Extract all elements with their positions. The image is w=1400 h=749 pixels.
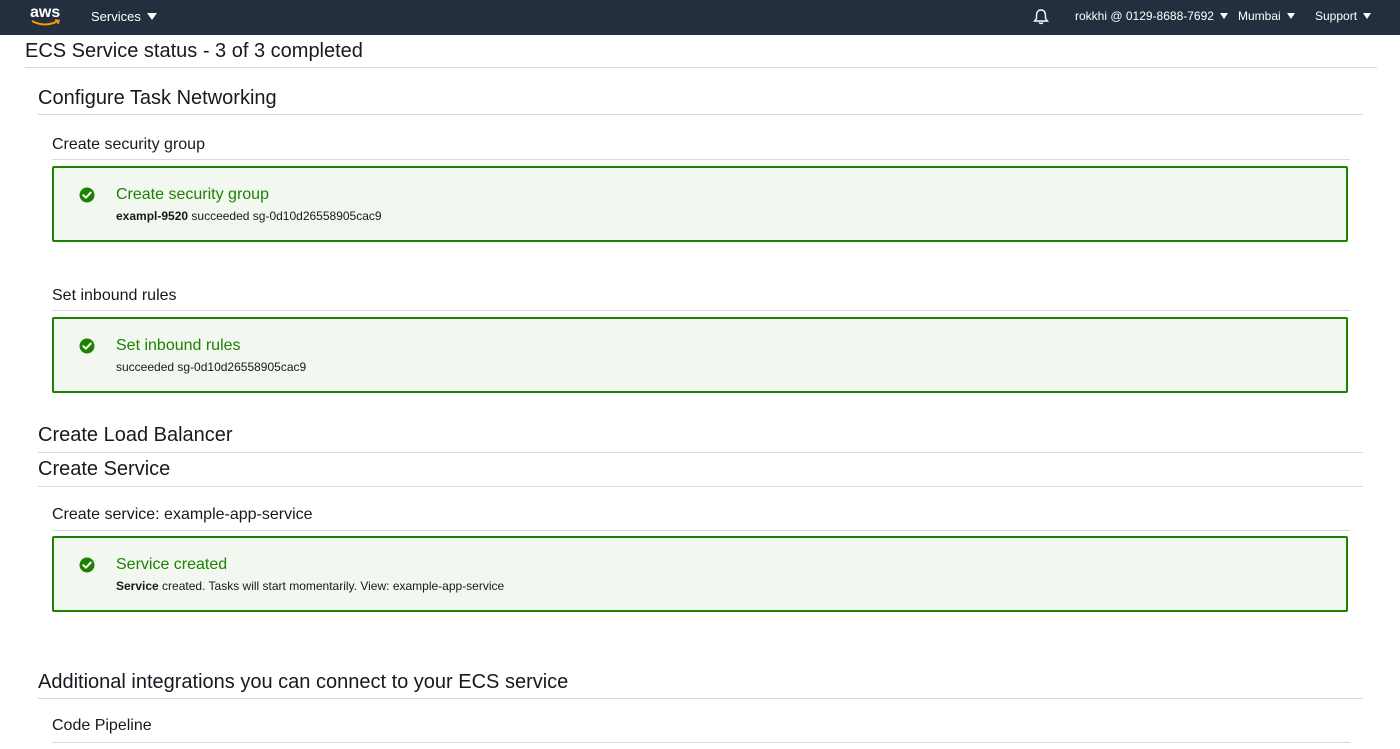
account-label: rokkhi @ 0129-8688-7692 bbox=[1075, 9, 1214, 23]
section-divider bbox=[38, 486, 1363, 487]
subsection-title-inbound-rules: Set inbound rules bbox=[52, 287, 177, 304]
region-menu[interactable]: Mumbai bbox=[1238, 9, 1295, 23]
service-message-text: created. Tasks will start momentarily. V… bbox=[162, 579, 390, 593]
security-group-name: exampl-9520 bbox=[116, 209, 189, 223]
caret-down-icon bbox=[1363, 12, 1372, 19]
subsection-divider bbox=[52, 310, 1350, 311]
alert-title: Service created bbox=[116, 556, 228, 573]
account-menu[interactable]: rokkhi @ 0129-8688-7692 bbox=[1075, 9, 1228, 23]
section-divider bbox=[38, 114, 1363, 115]
alert-message: exampl-9520 succeeded sg-0d10d26558905ca… bbox=[116, 209, 382, 223]
service-link[interactable]: example-app-service bbox=[393, 579, 504, 593]
status-text: succeeded bbox=[116, 360, 175, 374]
title-divider bbox=[25, 67, 1377, 68]
support-menu[interactable]: Support bbox=[1315, 9, 1372, 23]
security-group-success-alert: Create security group exampl-9520 succee… bbox=[52, 166, 1348, 242]
subsection-divider bbox=[52, 742, 1350, 743]
section-divider bbox=[38, 452, 1363, 453]
alert-title: Set inbound rules bbox=[116, 337, 241, 354]
bell-icon[interactable] bbox=[1032, 8, 1050, 31]
services-label: Services bbox=[91, 9, 141, 24]
aws-logo[interactable]: aws bbox=[30, 4, 62, 28]
subsection-title-code-pipeline: Code Pipeline bbox=[52, 717, 152, 734]
section-title-load-balancer: Create Load Balancer bbox=[38, 424, 233, 446]
service-bold-label: Service bbox=[116, 579, 159, 593]
check-circle-icon bbox=[79, 557, 95, 578]
subsection-divider bbox=[52, 159, 1350, 160]
subsection-title-create-service: Create service: example-app-service bbox=[52, 506, 313, 523]
section-title-task-networking: Configure Task Networking bbox=[38, 87, 277, 109]
top-nav-bar: aws Services rokkhi @ 0129-8688-7692 Mum… bbox=[0, 0, 1400, 35]
security-group-id: sg-0d10d26558905cac9 bbox=[252, 209, 382, 223]
alert-title: Create security group bbox=[116, 186, 269, 203]
page-title: ECS Service status - 3 of 3 completed bbox=[25, 40, 363, 62]
caret-down-icon bbox=[1219, 12, 1228, 19]
subsection-divider bbox=[52, 530, 1350, 531]
check-circle-icon bbox=[79, 338, 95, 359]
section-title-create-service: Create Service bbox=[38, 458, 171, 480]
inbound-rules-success-alert: Set inbound rules succeeded sg-0d10d2655… bbox=[52, 317, 1348, 393]
aws-smile-icon bbox=[31, 19, 61, 26]
status-text: succeeded bbox=[191, 209, 250, 223]
alert-message: Service created. Tasks will start moment… bbox=[116, 579, 504, 593]
security-group-id: sg-0d10d26558905cac9 bbox=[177, 360, 307, 374]
alert-message: succeeded sg-0d10d26558905cac9 bbox=[116, 360, 306, 374]
section-title-integrations: Additional integrations you can connect … bbox=[38, 671, 569, 693]
section-divider bbox=[38, 698, 1363, 699]
services-menu[interactable]: Services bbox=[91, 9, 157, 24]
support-label: Support bbox=[1315, 9, 1358, 23]
subsection-title-security-group: Create security group bbox=[52, 136, 205, 153]
caret-down-icon bbox=[146, 13, 157, 21]
region-label: Mumbai bbox=[1238, 9, 1281, 23]
check-circle-icon bbox=[79, 187, 95, 208]
caret-down-icon bbox=[1286, 12, 1295, 19]
service-created-success-alert: Service created Service created. Tasks w… bbox=[52, 536, 1348, 612]
